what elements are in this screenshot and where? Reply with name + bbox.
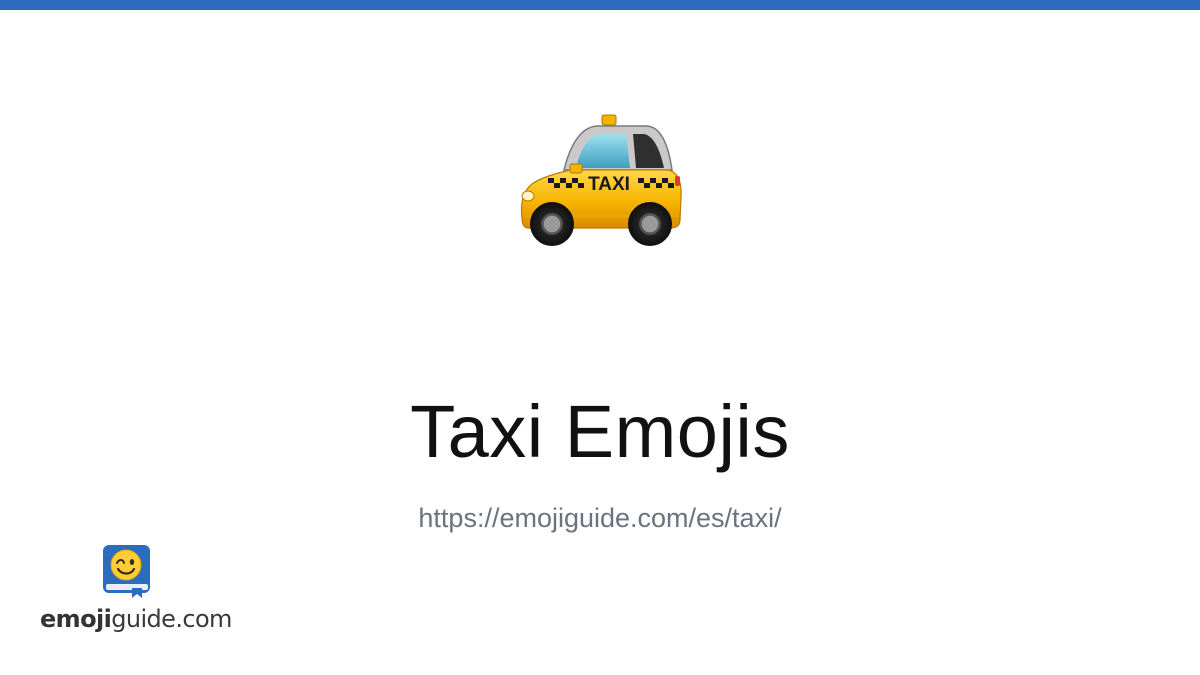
page-title: Taxi Emojis	[410, 390, 790, 473]
brand-name-bold: emoji	[40, 605, 112, 633]
winking-face-book-icon	[103, 545, 150, 598]
brand-name: emojiguide.com	[40, 604, 232, 634]
page: TAXI Taxi Emojis https://emojiguide.com/…	[0, 0, 1200, 675]
page-url[interactable]: https://emojiguide.com/es/taxi/	[0, 502, 1200, 534]
brand-name-rest: guide.com	[111, 605, 232, 633]
taxi-sign-text: TAXI	[588, 174, 630, 195]
top-accent-bar	[0, 0, 1200, 10]
taxi-icon: TAXI	[520, 114, 682, 246]
brand-logo[interactable]: emojiguide.com	[38, 544, 232, 639]
